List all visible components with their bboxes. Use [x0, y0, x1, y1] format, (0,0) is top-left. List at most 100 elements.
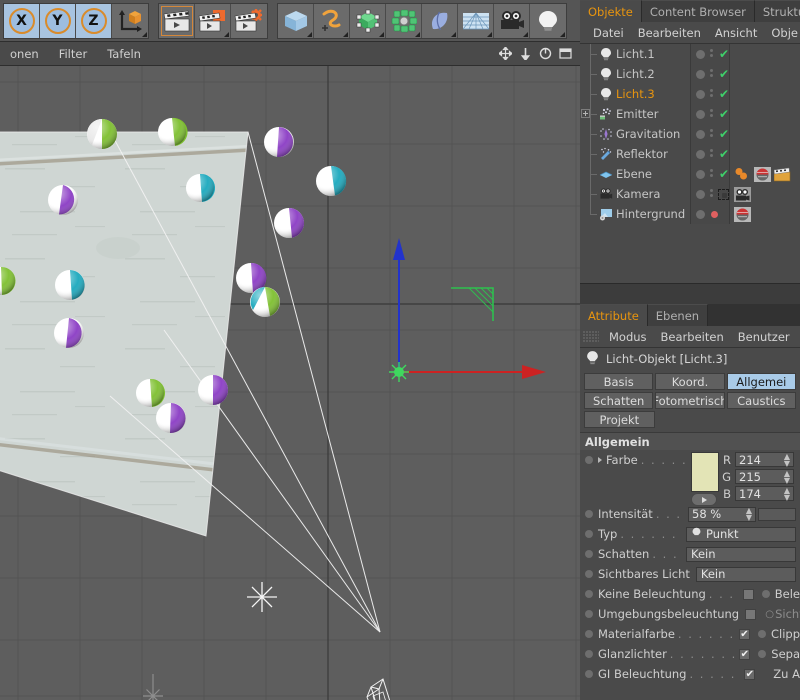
bend-deformer-button[interactable]: [422, 4, 458, 38]
param-bullet[interactable]: [585, 570, 593, 578]
y-axis-lock-button[interactable]: Y: [40, 4, 76, 38]
scale-view-icon[interactable]: [517, 45, 534, 62]
enable-dot[interactable]: [696, 110, 705, 119]
object-row-ebene[interactable]: Ebene: [580, 164, 690, 184]
visibility-dots-icon[interactable]: [710, 169, 714, 179]
tab-struktur[interactable]: Struktur: [755, 0, 800, 22]
param-bullet[interactable]: [762, 590, 770, 598]
attr-tab-projekt[interactable]: Projekt: [584, 411, 655, 428]
om-menu-bearbeiten[interactable]: Bearbeiten: [631, 26, 708, 40]
enable-dot[interactable]: [696, 150, 705, 159]
tag-row-hintergrund[interactable]: [731, 204, 800, 224]
object-row-licht3[interactable]: Licht.3: [580, 84, 690, 104]
enable-dot[interactable]: [696, 170, 705, 179]
ambient-illumination-checkbox[interactable]: [745, 609, 756, 620]
attr-tab-fotometrisch[interactable]: Fotometrisch: [655, 392, 724, 409]
am-menu-modus[interactable]: Modus: [602, 330, 654, 344]
spinner-icon[interactable]: ▲▼: [746, 507, 752, 521]
visibility-row[interactable]: ✔: [691, 144, 729, 164]
maximize-view-icon[interactable]: [557, 45, 574, 62]
visibility-dots-icon[interactable]: [710, 149, 714, 159]
nurbs-generator-button[interactable]: [350, 4, 386, 38]
am-menu-benutzer[interactable]: Benutzer: [731, 330, 797, 344]
cube-primitive-button[interactable]: [278, 4, 314, 38]
om-menu-objekte[interactable]: Obje: [764, 26, 800, 40]
world-object-axis-button[interactable]: [112, 4, 148, 38]
attr-tab-caustics[interactable]: Caustics: [727, 392, 796, 409]
viewport-menu-item-1[interactable]: Filter: [49, 47, 97, 61]
render-region-button[interactable]: [195, 4, 231, 38]
x-axis-lock-button[interactable]: X: [4, 4, 40, 38]
perspective-viewport[interactable]: [0, 66, 580, 700]
gi-illumination-checkbox[interactable]: ✔: [744, 669, 755, 680]
visibility-dots-icon[interactable]: [710, 109, 714, 119]
object-row-hintergrund[interactable]: Hintergrund: [580, 204, 690, 224]
enable-dot[interactable]: [696, 130, 705, 139]
param-bullet[interactable]: [758, 630, 766, 638]
visibility-row[interactable]: [691, 184, 729, 204]
enable-dot[interactable]: [696, 70, 705, 79]
object-row-licht1[interactable]: Licht.1: [580, 44, 690, 64]
visibility-dots-icon[interactable]: [710, 49, 714, 59]
viewport-menu-item-2[interactable]: Tafeln: [97, 47, 151, 61]
visibility-row[interactable]: ✔: [691, 84, 729, 104]
tab-content-browser[interactable]: Content Browser: [642, 0, 755, 22]
attr-tab-koord[interactable]: Koord.: [655, 373, 724, 390]
param-bullet[interactable]: [585, 630, 593, 638]
om-menu-datei[interactable]: Datei: [586, 26, 631, 40]
visibility-row[interactable]: ✔: [691, 124, 729, 144]
param-bullet[interactable]: [585, 550, 593, 558]
object-row-emitter[interactable]: Emitter: [580, 104, 690, 124]
viewport-menu-item-0[interactable]: onen: [0, 47, 49, 61]
enable-dot[interactable]: [696, 50, 705, 59]
visibility-dots-icon[interactable]: [710, 89, 714, 99]
visibility-row[interactable]: ✔: [691, 164, 729, 184]
object-row-licht2[interactable]: Licht.2: [580, 64, 690, 84]
shadow-combo[interactable]: Kein: [686, 547, 796, 562]
z-axis-lock-button[interactable]: Z: [76, 4, 112, 38]
param-bullet[interactable]: [585, 610, 593, 618]
color-g-field[interactable]: 215▲▼: [735, 469, 794, 484]
tab-ebenen[interactable]: Ebenen: [648, 304, 708, 326]
param-bullet[interactable]: [758, 650, 766, 658]
attr-tab-basis[interactable]: Basis: [584, 373, 653, 390]
render-settings-button[interactable]: [231, 4, 267, 38]
camera-scene-button[interactable]: [494, 4, 530, 38]
type-combo[interactable]: Punkt: [686, 527, 796, 542]
visibility-row[interactable]: ✔: [691, 64, 729, 84]
param-bullet[interactable]: [585, 456, 593, 464]
color-r-field[interactable]: 214▲▼: [735, 452, 794, 467]
rotate-view-icon[interactable]: [537, 45, 554, 62]
tab-objekte[interactable]: Objekte: [580, 0, 642, 22]
enable-dot[interactable]: [696, 190, 705, 199]
color-swatch[interactable]: [691, 452, 719, 492]
spinner-icon[interactable]: ▲▼: [784, 470, 790, 484]
attr-tab-schatten[interactable]: Schatten: [584, 392, 653, 409]
expand-color-icon[interactable]: [598, 457, 602, 463]
color-b-field[interactable]: 174▲▼: [735, 486, 794, 501]
panel-grip-icon[interactable]: [583, 331, 599, 343]
enable-dot[interactable]: [696, 90, 705, 99]
visibility-row[interactable]: ✔: [691, 104, 729, 124]
move-view-icon[interactable]: [497, 45, 514, 62]
intensity-slider[interactable]: [758, 508, 796, 521]
visibility-dots-icon[interactable]: [710, 189, 714, 199]
object-row-gravitation[interactable]: Gravitation: [580, 124, 690, 144]
tag-row-ebene[interactable]: [731, 164, 800, 184]
param-bullet[interactable]: [585, 510, 593, 518]
intensity-field[interactable]: 58 %▲▼: [688, 507, 756, 522]
render-view-button[interactable]: [159, 4, 195, 38]
object-row-reflektor[interactable]: Reflektor: [580, 144, 690, 164]
color-expand-button[interactable]: [691, 493, 717, 506]
camera-tag-icon[interactable]: [734, 187, 751, 202]
param-bullet[interactable]: [585, 590, 593, 598]
spinner-icon[interactable]: ▲▼: [784, 487, 790, 501]
tag-row-kamera[interactable]: [731, 184, 800, 204]
specular-checkbox[interactable]: ✔: [739, 649, 750, 660]
texture-tag-icon[interactable]: [734, 207, 751, 222]
visibility-dots-icon[interactable]: [710, 129, 714, 139]
am-menu-bearbeiten[interactable]: Bearbeiten: [654, 330, 731, 344]
material-tag-icon[interactable]: [734, 167, 751, 182]
material-color-checkbox[interactable]: ✔: [739, 629, 750, 640]
light-scene-button[interactable]: [530, 4, 566, 38]
